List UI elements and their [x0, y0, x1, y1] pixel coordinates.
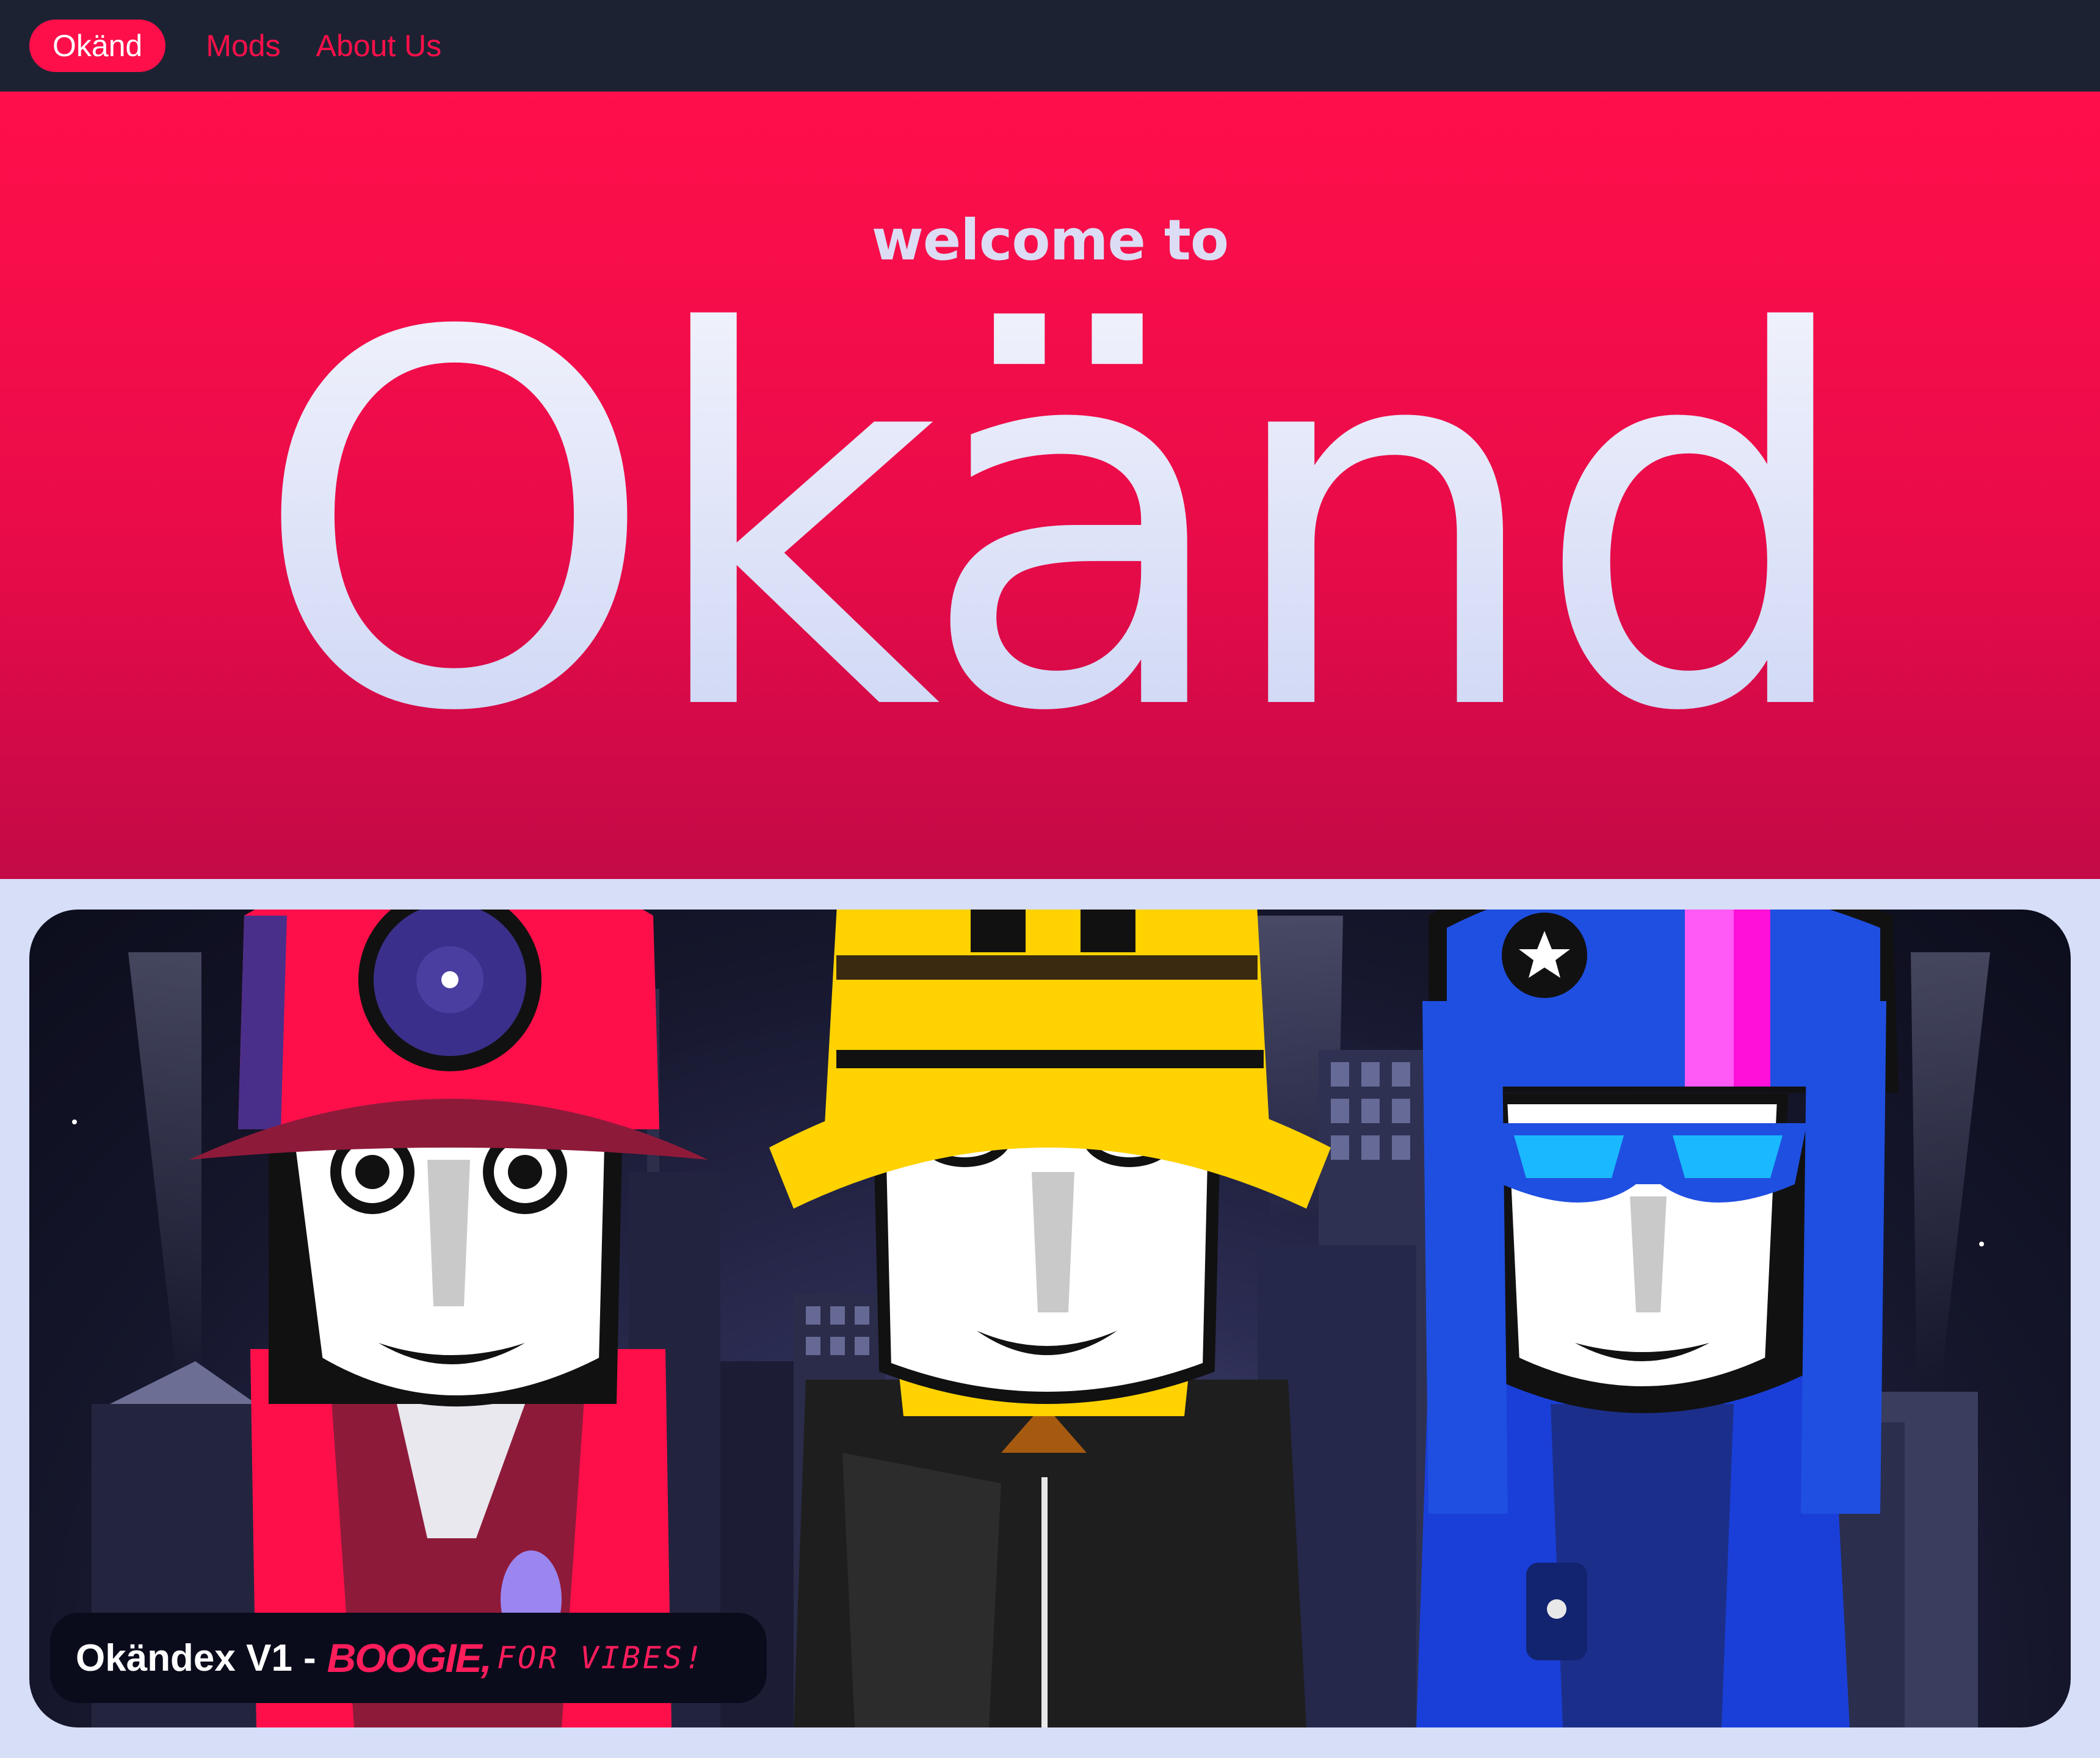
- caption-name: Okändex V1: [76, 1637, 292, 1679]
- character-caption: Okändex V1 - BOOGIE, FOR VIBES!: [50, 1613, 767, 1703]
- caption-tagline: FOR VIBES!: [497, 1640, 706, 1676]
- caption-separator: -: [303, 1637, 316, 1679]
- characters-illustration: [72, 910, 1990, 1727]
- caption-highlight: BOOGIE,: [327, 1635, 492, 1680]
- character-bucket-hat: [769, 910, 1331, 1727]
- character-trapper-hat: [1416, 910, 1899, 1727]
